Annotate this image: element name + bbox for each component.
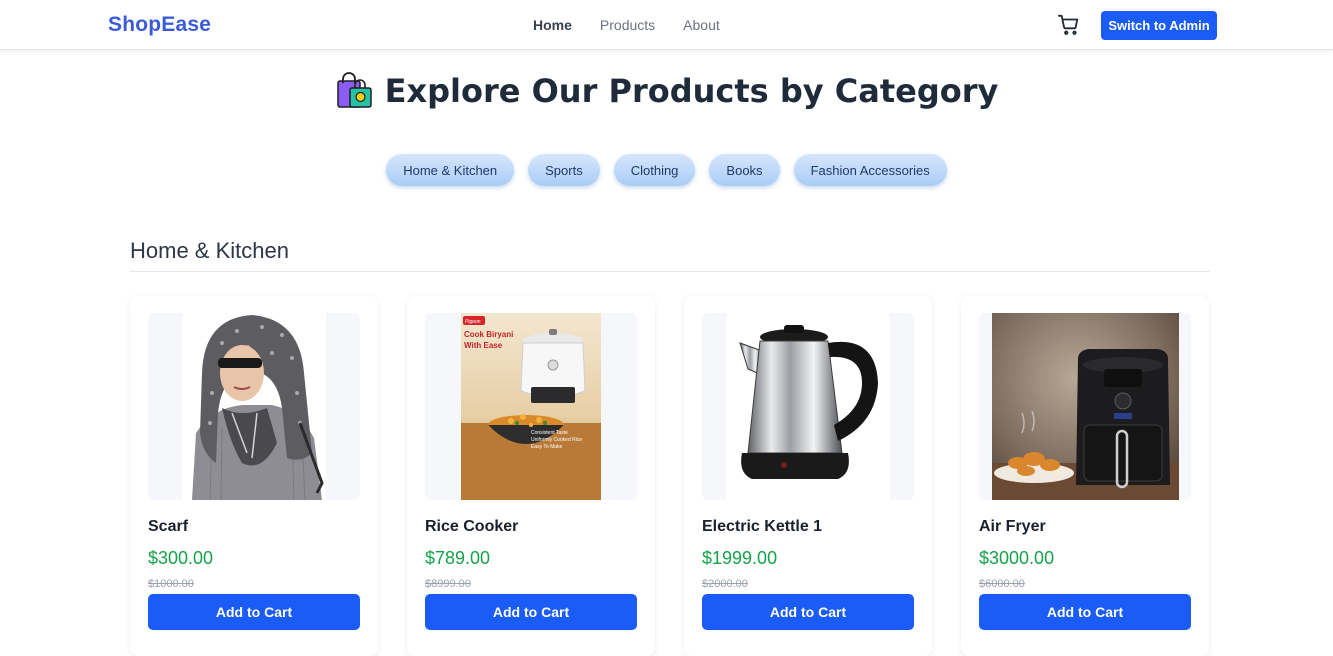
product-card[interactable]: Air Fryer $3000.00 $6000.00 Add to Cart [961,296,1209,656]
category-pill-fashion-accessories[interactable]: Fashion Accessories [793,154,947,186]
product-price: $1999.00 [702,548,778,568]
category-pill-home-kitchen[interactable]: Home & Kitchen [386,154,515,186]
product-original-price: $8999.00 [425,578,471,590]
product-card[interactable]: Pigeon Cook Biryani With Ease Consistent… [407,296,655,656]
product-name[interactable]: Air Fryer [979,518,1046,536]
image-caption: Easy To Make [531,444,563,450]
product-price: $3000.00 [979,548,1055,568]
product-image-kettle[interactable] [702,313,914,500]
switch-to-admin-button[interactable]: Switch to Admin [1101,11,1217,40]
category-pill-clothing[interactable]: Clothing [613,154,696,186]
nav-link-home[interactable]: Home [533,17,572,33]
product-image-scarf[interactable] [148,313,360,500]
cart-icon[interactable] [1058,14,1080,36]
nav-link-about[interactable]: About [683,17,720,33]
add-to-cart-button[interactable]: Add to Cart [425,594,637,630]
product-card[interactable]: Scarf $300.00 $1000.00 Add to Cart [130,296,378,656]
category-filters: Home & Kitchen Sports Clothing Books Fas… [0,154,1333,186]
product-card[interactable]: Electric Kettle 1 $1999.00 $2000.00 Add … [684,296,932,656]
brand-logo[interactable]: ShopEase [108,13,211,37]
image-caption: Consistent Taste [531,430,568,436]
nav-link-products[interactable]: Products [600,17,655,33]
add-to-cart-button[interactable]: Add to Cart [148,594,360,630]
product-name[interactable]: Rice Cooker [425,518,518,536]
navbar: ShopEase Home Products About Switch to A… [0,0,1333,50]
section-divider [130,271,1210,272]
page-title: Explore Our Products by Category [0,72,1333,110]
product-original-price: $2000.00 [702,578,748,590]
image-caption: Uniformly Cooked Rice [531,437,582,443]
product-original-price: $6000.00 [979,578,1025,590]
image-caption: Pigeon [465,319,481,325]
product-image-rice-cooker[interactable]: Pigeon Cook Biryani With Ease Consistent… [425,313,637,500]
image-caption: Cook Biryani [464,330,513,339]
product-grid: Scarf $300.00 $1000.00 Add to Cart Pigeo… [130,296,1209,656]
section-title: Home & Kitchen [130,238,289,263]
image-caption: With Ease [464,341,503,350]
add-to-cart-button[interactable]: Add to Cart [979,594,1191,630]
product-price: $789.00 [425,548,491,568]
category-pill-sports[interactable]: Sports [528,154,600,186]
add-to-cart-button[interactable]: Add to Cart [702,594,914,630]
product-image-air-fryer[interactable] [979,313,1191,500]
product-name[interactable]: Electric Kettle 1 [702,518,822,536]
nav-links: Home Products About [533,17,720,33]
product-price: $300.00 [148,548,214,568]
category-pill-books[interactable]: Books [709,154,780,186]
product-name[interactable]: Scarf [148,518,188,536]
shopping-bags-icon [335,72,373,110]
product-original-price: $1000.00 [148,578,194,590]
page-title-text: Explore Our Products by Category [384,72,999,110]
